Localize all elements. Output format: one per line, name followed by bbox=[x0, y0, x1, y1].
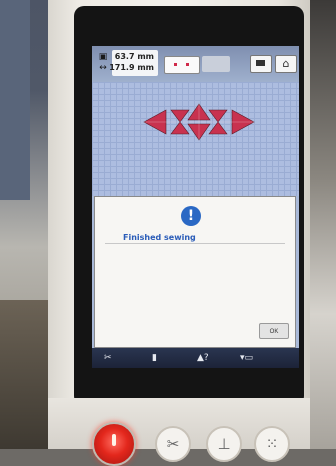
home-icon: ⌂ bbox=[282, 57, 290, 70]
thread-cut-icon[interactable]: ✂ bbox=[104, 352, 112, 364]
help-label: ? bbox=[203, 353, 209, 363]
lcd-screen: ▣ ↔ 63.7 mm 171.9 mm ⌂ ! Finished sewing… bbox=[92, 46, 299, 368]
frame-icon[interactable] bbox=[164, 56, 200, 74]
keypad-icon: ⁙ bbox=[265, 435, 279, 453]
embroidery-preview-grid bbox=[92, 82, 299, 196]
design-height: 171.9 mm bbox=[109, 63, 154, 72]
ok-button[interactable]: OK bbox=[259, 323, 289, 339]
keypad-button[interactable]: ⁙ bbox=[254, 426, 290, 462]
design-width: 63.7 mm bbox=[114, 52, 154, 61]
start-stop-button[interactable] bbox=[92, 422, 136, 466]
thread-cutter-button[interactable]: ✂ bbox=[155, 426, 191, 462]
background-right bbox=[308, 0, 336, 449]
design-size-display: 63.7 mm 171.9 mm bbox=[109, 50, 158, 76]
home-button[interactable]: ⌂ bbox=[275, 55, 297, 73]
info-icon: ! bbox=[181, 206, 201, 226]
display-button[interactable] bbox=[250, 55, 272, 73]
needle-icon: ⊥ bbox=[217, 435, 231, 453]
finished-sewing-dialog: ! Finished sewing OK bbox=[94, 196, 296, 348]
scissors-icon: ✂ bbox=[166, 435, 180, 453]
dialog-message: Finished sewing bbox=[123, 233, 196, 242]
arrows-icon bbox=[202, 56, 230, 72]
document-icon[interactable]: ▮ bbox=[152, 352, 157, 364]
needle-position-button[interactable]: ⊥ bbox=[206, 426, 242, 462]
dialog-divider bbox=[105, 243, 285, 244]
help-button[interactable]: ▲? bbox=[197, 352, 209, 364]
presser-foot-icon[interactable]: ▾▭ bbox=[240, 352, 253, 364]
top-bar: ▣ ↔ 63.7 mm 171.9 mm ⌂ bbox=[92, 46, 299, 82]
background-window bbox=[0, 0, 30, 200]
bottom-status-bar: ✂ ▮ ▲? ▾▭ bbox=[92, 348, 299, 368]
embroidery-design bbox=[143, 103, 255, 141]
size-icon: ▣ ↔ bbox=[98, 52, 108, 73]
person-icon: ▲ bbox=[197, 353, 204, 363]
